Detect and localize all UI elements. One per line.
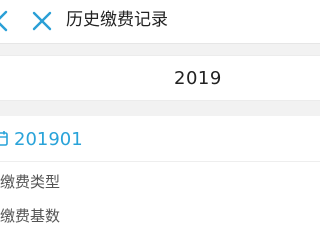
- field-label-payment-type: 缴费类型: [0, 173, 61, 191]
- page-title: 历史缴费记录: [66, 10, 168, 30]
- field-label-payment-base: 缴费基数: [0, 207, 61, 225]
- close-button[interactable]: [30, 9, 54, 33]
- calendar-icon: [0, 130, 8, 146]
- record-card-header[interactable]: 201901: [0, 116, 320, 162]
- back-button[interactable]: [0, 8, 12, 34]
- close-icon: [32, 11, 52, 31]
- chevron-left-icon: [0, 10, 8, 32]
- record-month: 201901: [14, 129, 83, 150]
- app-header: 历史缴费记录: [0, 0, 320, 44]
- record-card: 201901 缴费类型 缴费基数: [0, 116, 320, 240]
- year-selector[interactable]: 2019: [0, 55, 320, 101]
- year-value: 2019: [174, 68, 222, 89]
